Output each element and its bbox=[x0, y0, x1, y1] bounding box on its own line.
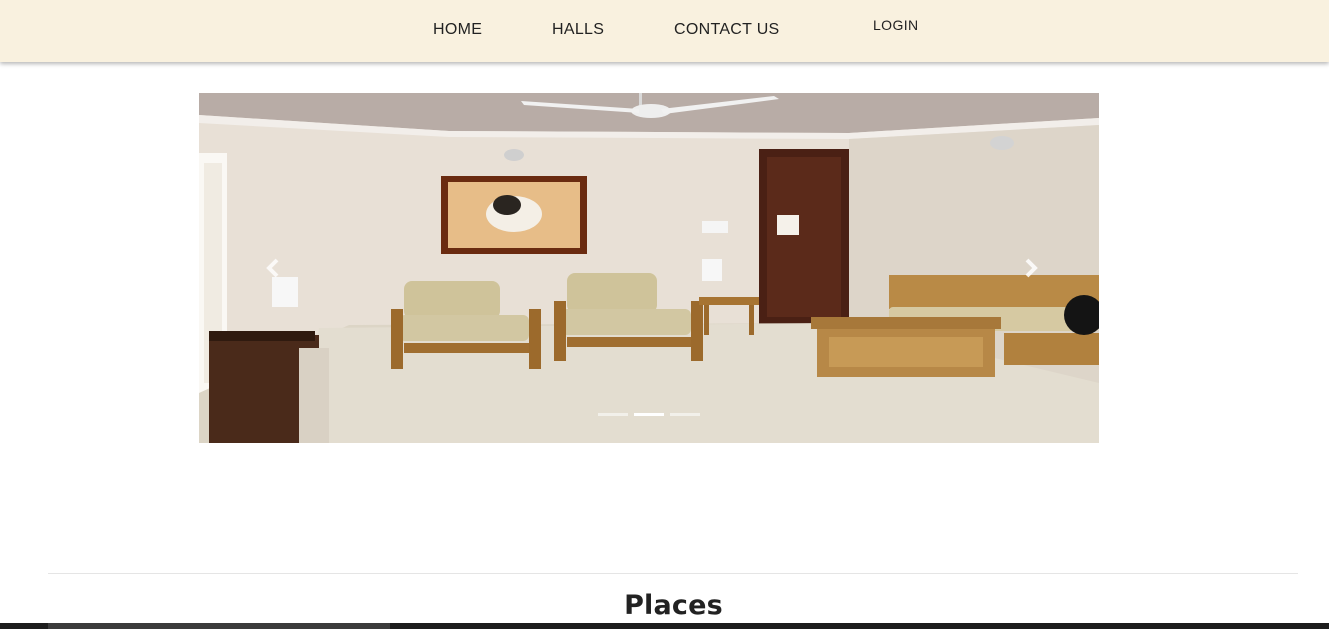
carousel-indicators bbox=[598, 413, 702, 417]
carousel-indicator[interactable] bbox=[670, 413, 700, 416]
carousel-prev-control[interactable] bbox=[254, 253, 294, 283]
carousel-slide-image bbox=[199, 93, 1099, 443]
login-link[interactable]: LOGIN bbox=[873, 17, 919, 33]
places-heading: Places bbox=[624, 590, 723, 621]
nav-link-halls[interactable]: HALLS bbox=[552, 21, 604, 39]
places-gallery-strip bbox=[0, 623, 1329, 629]
carousel-indicator[interactable] bbox=[598, 413, 628, 416]
nav-link-home[interactable]: HOME bbox=[433, 21, 482, 39]
nav-link-contact-us[interactable]: CONTACT US bbox=[674, 21, 780, 39]
place-card-edge[interactable] bbox=[48, 623, 390, 629]
carousel-next-control[interactable] bbox=[1012, 253, 1052, 283]
section-divider bbox=[48, 573, 1298, 574]
image-carousel bbox=[199, 93, 1099, 443]
chevron-right-icon bbox=[1025, 258, 1038, 278]
carousel-indicator-active[interactable] bbox=[634, 413, 664, 416]
chevron-left-icon bbox=[266, 258, 279, 278]
top-navbar: HOME HALLS CONTACT US LOGIN bbox=[0, 0, 1329, 62]
